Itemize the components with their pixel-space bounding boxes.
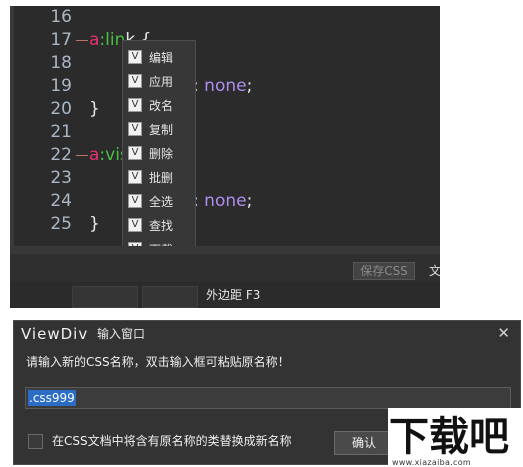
line-number: 20	[50, 99, 72, 119]
confirm-button[interactable]: 确认	[334, 431, 394, 455]
property-tab[interactable]	[142, 286, 198, 308]
code-line: 21	[10, 121, 440, 144]
code-line: 22 a:vis	[10, 144, 440, 167]
context-menu-item[interactable]: V下载	[123, 238, 197, 246]
code-area[interactable]: 1617a:link {18 00;19 ration: none;20}212…	[10, 6, 440, 246]
line-number: 23	[50, 168, 72, 188]
lower-panel: 保存CSS 文 外边距 F3	[10, 246, 440, 308]
context-menu-item[interactable]: V 改名	[123, 94, 197, 118]
code-line: 17a:link {	[10, 29, 440, 52]
code-token: a	[89, 145, 100, 165]
code-line: 20}	[10, 98, 440, 121]
replace-class-checkbox[interactable]	[28, 434, 43, 449]
save-css-button[interactable]: 保存CSS	[353, 262, 415, 280]
watermark-logo-text: 下载吧	[389, 414, 509, 458]
context-menu: V编辑V应用V改名V复制V删除V批删V全选V查找V下载V顶部V底部	[122, 40, 196, 246]
context-menu-label: 复制	[149, 123, 174, 137]
context-menu-item[interactable]: V 编辑	[123, 46, 197, 70]
code-editor-window: 1617a:link {18 00;19 ration: none;20}212…	[10, 6, 440, 308]
line-number: 25	[50, 214, 72, 234]
code-token: }	[89, 99, 100, 119]
menu-checkbox-icon[interactable]: V	[128, 74, 142, 88]
fold-marker-icon[interactable]	[76, 40, 88, 41]
context-menu-item[interactable]: V 复制	[123, 118, 197, 142]
context-menu-item[interactable]: V 全选	[123, 190, 197, 214]
menu-checkbox-icon[interactable]: V	[128, 194, 142, 208]
code-text: }	[89, 98, 100, 121]
css-name-input[interactable]: .css999	[25, 387, 511, 409]
line-number: 17	[50, 30, 72, 50]
context-menu-label: 应用	[149, 75, 174, 89]
close-icon[interactable]: ✕	[497, 323, 510, 343]
context-menu-label: 下载	[149, 238, 173, 246]
menu-checkbox-icon[interactable]: V	[128, 218, 142, 232]
code-token: ;	[246, 76, 253, 96]
line-number: 19	[50, 76, 72, 96]
menu-checkbox-icon[interactable]: V	[128, 50, 142, 64]
context-menu-label: 编辑	[149, 51, 174, 65]
property-tab[interactable]	[72, 286, 138, 308]
dialog-prompt: 请输入新的CSS名称，双击输入框可粘贴原名称！	[26, 355, 290, 369]
context-menu-label: 全选	[149, 195, 174, 209]
menu-checkbox-icon[interactable]: V	[128, 122, 142, 136]
code-token: }	[89, 214, 100, 234]
code-line: 18 00;	[10, 52, 440, 75]
dialog-title: 输入窗口	[97, 327, 146, 341]
context-menu-label: 改名	[149, 99, 174, 113]
watermark-url: www.xiazaiba.com	[392, 458, 472, 467]
watermark-logo: 下载吧	[389, 414, 509, 458]
context-menu-item[interactable]: V 批删	[123, 166, 197, 190]
code-text: }	[89, 213, 100, 236]
code-token: none	[204, 76, 247, 96]
menu-checkbox-icon[interactable]: V	[128, 170, 142, 184]
watermark: 下载吧 www.xiazaiba.com	[388, 408, 523, 467]
code-line: 25}	[10, 213, 440, 236]
line-number: 22	[50, 145, 72, 165]
margin-tab-label[interactable]: 外边距 F3	[206, 286, 260, 304]
context-menu-label: 删除	[149, 147, 174, 161]
code-line: 19 ration: none;	[10, 75, 440, 98]
code-token: ;	[246, 191, 253, 211]
code-token: none	[204, 191, 247, 211]
code-line: 23 00;	[10, 167, 440, 190]
code-line: 24 ration: none;	[10, 190, 440, 213]
context-menu-label: 批删	[149, 171, 174, 185]
dialog-app-name: ViewDiv	[21, 325, 89, 343]
horizontal-scrollbar[interactable]	[10, 246, 440, 254]
context-menu-item[interactable]: V 查找	[123, 214, 197, 238]
document-tab-button[interactable]: 文	[429, 262, 440, 280]
line-number: 16	[50, 7, 72, 27]
context-menu-item[interactable]: V 删除	[123, 142, 197, 166]
code-token: a	[89, 30, 100, 50]
context-menu-label: 查找	[149, 219, 174, 233]
line-number: 21	[50, 122, 72, 142]
line-number: 18	[50, 53, 72, 73]
line-number: 24	[50, 191, 72, 211]
code-line: 16	[10, 6, 440, 29]
menu-checkbox-icon[interactable]: V	[128, 98, 142, 112]
context-menu-item[interactable]: V 应用	[123, 70, 197, 94]
menu-checkbox-icon[interactable]: V	[128, 146, 142, 160]
css-name-input-value: .css999	[28, 390, 76, 406]
replace-class-label[interactable]: 在CSS文档中将含有原名称的类替换成新名称	[52, 432, 292, 450]
fold-marker-icon[interactable]	[76, 155, 88, 156]
